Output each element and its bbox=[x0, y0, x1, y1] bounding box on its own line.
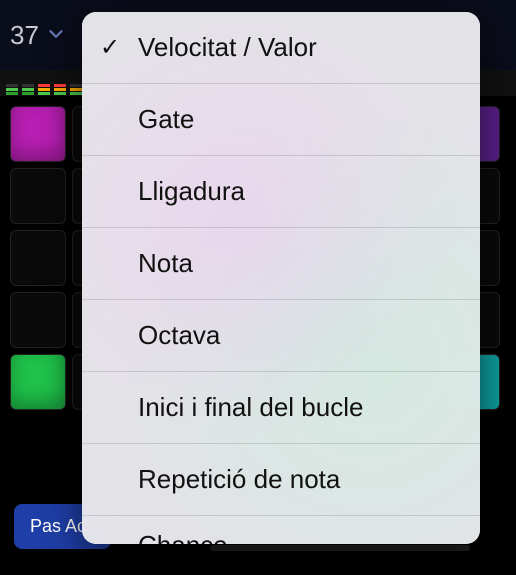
menu-item-chance[interactable]: Chance bbox=[82, 516, 480, 544]
menu-item-label: Lligadura bbox=[138, 176, 245, 207]
menu-item-label: Octava bbox=[138, 320, 220, 351]
edit-mode-popover: ✓ Velocitat / Valor Gate Lligadura Nota … bbox=[82, 12, 480, 544]
pad[interactable] bbox=[10, 230, 66, 286]
menu-item-velocity[interactable]: ✓ Velocitat / Valor bbox=[82, 12, 480, 84]
menu-item-label: Nota bbox=[138, 248, 193, 279]
pad[interactable] bbox=[10, 106, 66, 162]
menu-item-label: Gate bbox=[138, 104, 194, 135]
menu-item-note-repeat[interactable]: Repetició de nota bbox=[82, 444, 480, 516]
pad[interactable] bbox=[10, 292, 66, 348]
pad[interactable] bbox=[10, 168, 66, 224]
pad[interactable] bbox=[10, 354, 66, 410]
menu-item-label: Velocitat / Valor bbox=[138, 32, 317, 63]
chevron-down-icon[interactable] bbox=[45, 23, 67, 51]
tempo-value: 37 bbox=[10, 20, 39, 51]
menu-item-label: Inici i final del bucle bbox=[138, 392, 363, 423]
menu-item-label: Chance bbox=[138, 530, 228, 544]
menu-item-label: Repetició de nota bbox=[138, 464, 340, 495]
menu-item-octave[interactable]: Octava bbox=[82, 300, 480, 372]
menu-item-gate[interactable]: Gate bbox=[82, 84, 480, 156]
menu-item-note[interactable]: Nota bbox=[82, 228, 480, 300]
menu-item-loop-start-end[interactable]: Inici i final del bucle bbox=[82, 372, 480, 444]
menu-item-tie[interactable]: Lligadura bbox=[82, 156, 480, 228]
bottom-scrubber[interactable] bbox=[210, 545, 470, 551]
check-icon: ✓ bbox=[100, 33, 120, 62]
